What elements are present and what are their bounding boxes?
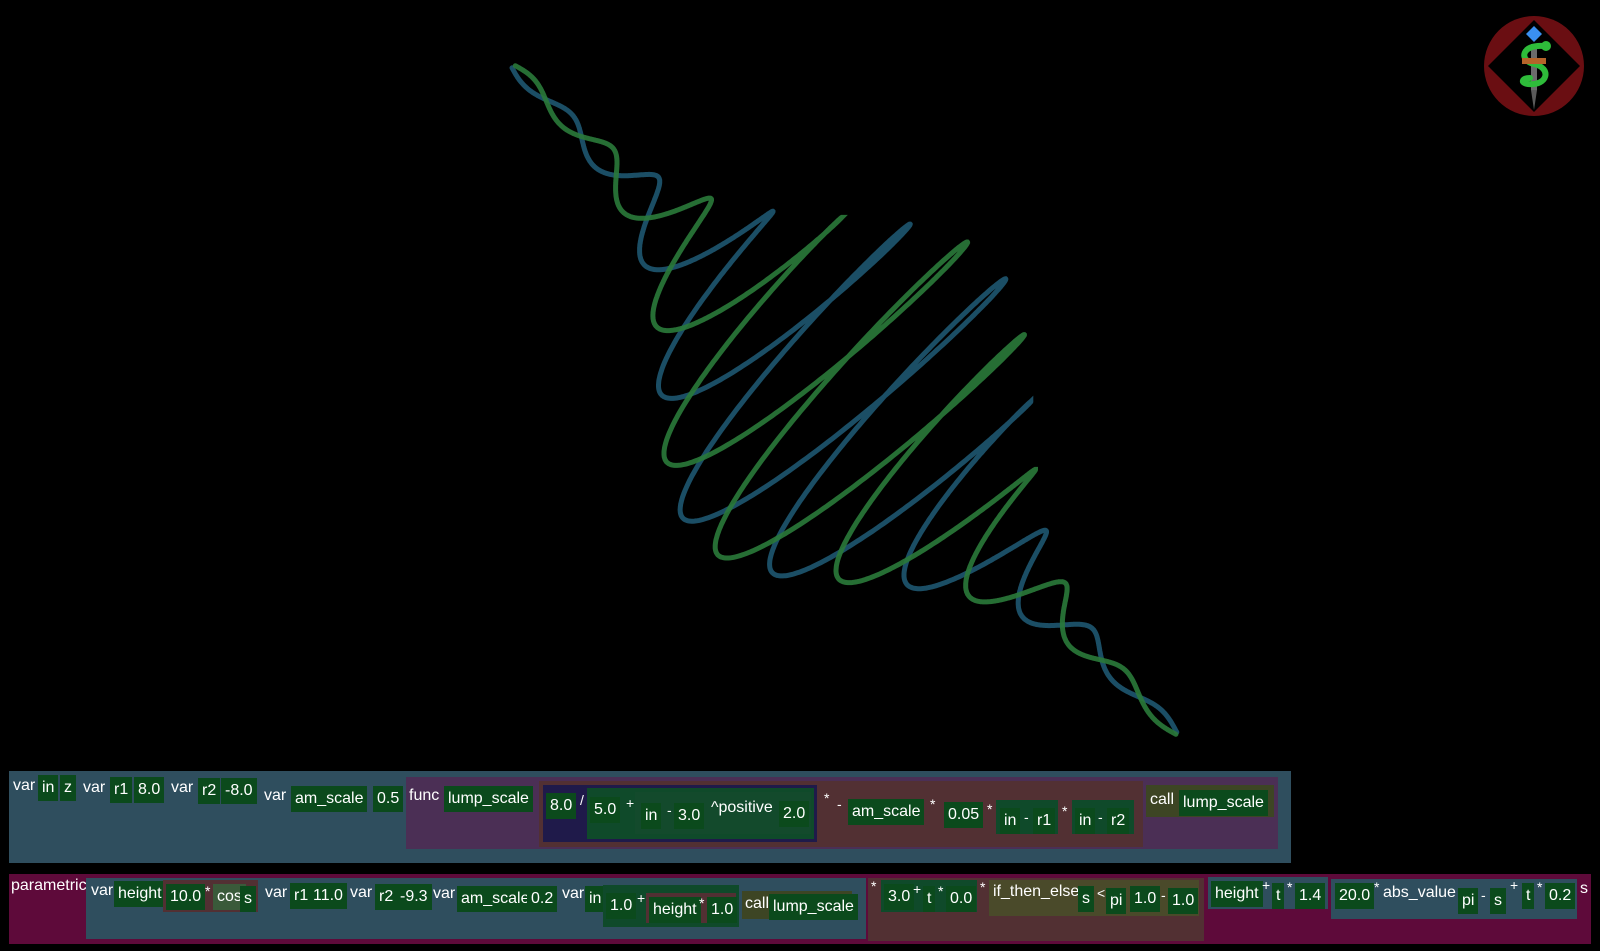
var-keyword: var <box>171 779 194 796</box>
abs-scale[interactable]: 20.0 <box>1335 883 1375 909</box>
call-keyword: call <box>1150 791 1175 808</box>
helix-strand <box>509 65 1180 735</box>
call-func-name[interactable]: lump_scale <box>1179 790 1268 816</box>
cos-argument[interactable]: s <box>240 886 256 912</box>
am-scale-ref[interactable]: am_scale <box>848 799 925 825</box>
r1-ref[interactable]: r1 <box>1033 808 1056 834</box>
var-name-r1[interactable]: r1 <box>110 777 133 803</box>
var-keyword: var <box>83 779 106 796</box>
plus-operator: + <box>913 881 922 897</box>
abs-value-function: abs_value <box>1383 884 1456 901</box>
var-value-z[interactable]: z <box>60 775 76 801</box>
multiply-operator: * <box>1537 879 1543 895</box>
minus-operator: - <box>1024 809 1029 825</box>
var-name-am-scale[interactable]: am_scale <box>457 886 534 912</box>
parametric-plot-canvas[interactable] <box>0 0 1600 760</box>
t-ref[interactable]: t <box>923 886 936 912</box>
multiply-operator: * <box>699 895 705 911</box>
var-keyword: var <box>13 777 36 794</box>
minus-operator: - <box>1098 809 1103 825</box>
abs-s[interactable]: s <box>1490 888 1506 914</box>
condition-pi[interactable]: pi <box>1106 888 1127 914</box>
height-rate[interactable]: 1.4 <box>1295 883 1326 909</box>
divide-operator: / <box>580 792 584 808</box>
plus-operator: + <box>1510 877 1519 893</box>
minus-operator: - <box>837 796 842 812</box>
t-ref[interactable]: t <box>1522 883 1535 909</box>
minus-operator: - <box>1161 887 1166 903</box>
power-sub-value[interactable]: 3.0 <box>674 803 705 829</box>
less-than-operator: < <box>1097 885 1106 901</box>
multiply-operator: * <box>871 878 877 894</box>
multiply-operator: * <box>1287 879 1293 895</box>
var-name-height[interactable]: height <box>114 881 166 907</box>
parametric-keyword: parametric <box>11 877 87 894</box>
var-keyword: var <box>91 882 114 899</box>
func-name[interactable]: lump_scale <box>444 786 533 812</box>
height-ref[interactable]: height <box>1211 881 1263 907</box>
small-constant[interactable]: 0.05 <box>944 802 984 828</box>
call-keyword: call <box>745 895 770 912</box>
power-operator: ^positive <box>711 799 773 816</box>
t-ref[interactable]: t <box>1272 883 1285 909</box>
power-base-in[interactable]: in <box>641 803 662 829</box>
multiply-operator: * <box>205 883 211 899</box>
func-keyword: func <box>409 787 440 804</box>
var-name-r2[interactable]: r2 <box>198 778 221 804</box>
time-offset[interactable]: 3.0 <box>884 884 915 910</box>
abs-pi[interactable]: pi <box>1458 888 1479 914</box>
div-numerator[interactable]: 8.0 <box>546 793 577 819</box>
plus-left-operand[interactable]: 5.0 <box>590 797 621 823</box>
power-minus-operator: - <box>667 802 672 818</box>
multiply-operator: * <box>938 883 944 899</box>
helix-strand <box>512 63 1179 737</box>
var-keyword: var <box>264 787 287 804</box>
minus-operator: - <box>1481 887 1486 903</box>
var-value-r1[interactable]: 11.0 <box>309 883 347 909</box>
multiply-operator: * <box>930 796 936 812</box>
var-value-r1[interactable]: 8.0 <box>134 777 165 803</box>
multiply-operator: * <box>987 801 993 817</box>
var-value-r2[interactable]: -9.3 <box>396 884 432 910</box>
snake-caduceus-logo <box>1484 16 1584 116</box>
multiply-operator: * <box>1062 803 1068 819</box>
var-keyword: var <box>265 884 288 901</box>
in-ref[interactable]: in <box>1000 808 1021 834</box>
multiply-operator: * <box>1374 879 1380 895</box>
condition-s[interactable]: s <box>1078 886 1094 912</box>
multiply-operator: * <box>980 879 986 895</box>
var-keyword: var <box>562 885 585 902</box>
var-name-r2[interactable]: r2 <box>375 884 398 910</box>
var-keyword: var <box>350 884 373 901</box>
in-offset[interactable]: 1.0 <box>606 893 637 919</box>
if-then-else-function: if_then_else <box>993 883 1080 900</box>
plus-operator: + <box>626 795 635 811</box>
var-name-in[interactable]: in <box>38 775 59 801</box>
power-exponent[interactable]: 2.0 <box>779 801 810 827</box>
plus-operator: + <box>1262 877 1271 893</box>
height-value[interactable]: 10.0 <box>166 884 206 910</box>
var-keyword: var <box>433 885 456 902</box>
else-value[interactable]: 1.0 <box>1168 888 1199 914</box>
in-ref[interactable]: in <box>1075 808 1096 834</box>
height-multiplier[interactable]: 1.0 <box>707 897 738 923</box>
var-name-am-scale[interactable]: am_scale <box>291 786 368 812</box>
plus-operator: + <box>637 890 646 906</box>
var-value-r2[interactable]: -8.0 <box>221 778 257 804</box>
call-func-name[interactable]: lump_scale <box>769 894 858 920</box>
parameter-s: s <box>1580 880 1588 897</box>
r2-ref[interactable]: r2 <box>1107 808 1130 834</box>
var-value-am-scale[interactable]: 0.5 <box>373 786 404 812</box>
t-rate[interactable]: 0.2 <box>1545 883 1576 909</box>
height-ref[interactable]: height <box>649 897 701 923</box>
then-value[interactable]: 1.0 <box>1130 886 1161 912</box>
t-multiplier[interactable]: 0.0 <box>946 886 977 912</box>
multiply-operator: * <box>824 790 830 806</box>
var-value-am-scale[interactable]: 0.2 <box>527 886 558 912</box>
